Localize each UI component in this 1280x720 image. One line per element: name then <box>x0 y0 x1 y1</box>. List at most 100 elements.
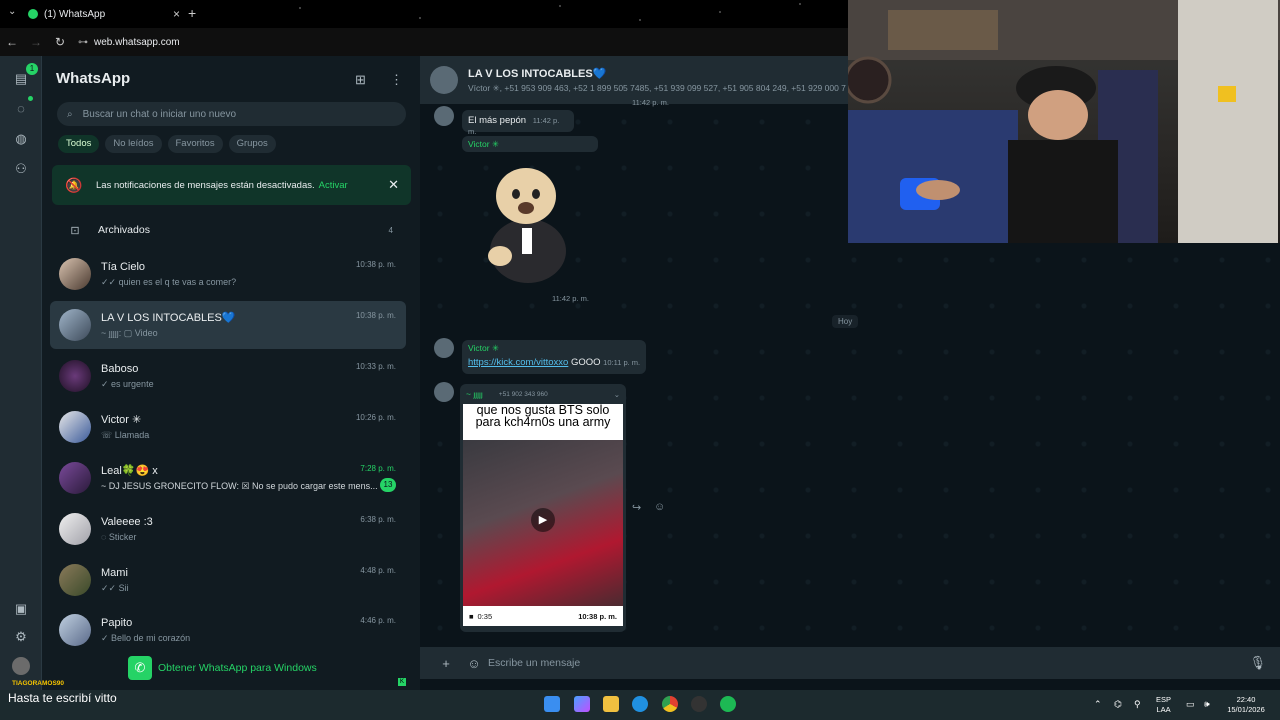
status-dot <box>28 96 33 101</box>
archived-row[interactable]: ⊡ Archivados 4 <box>52 218 411 242</box>
chat-preview: ✓ Bello de mi corazón <box>101 632 191 643</box>
sender-avatar <box>434 382 454 402</box>
obs-icon[interactable] <box>691 696 707 712</box>
location-icon[interactable]: ⚲ <box>1134 699 1141 709</box>
back-icon[interactable]: ← <box>0 35 24 49</box>
search-input[interactable]: ⌕ Buscar un chat o iniciar uno nuevo <box>57 102 406 126</box>
message-text: GOOO <box>570 357 601 368</box>
communities-icon[interactable]: ⚇ <box>12 160 30 178</box>
chat-time: 7:28 p. m. <box>360 464 396 473</box>
microphone-icon[interactable]: 🎙 <box>1249 655 1266 671</box>
lang-code: ESP <box>1156 695 1172 704</box>
menu-kebab-icon[interactable]: ⋮ <box>390 72 403 88</box>
chat-row-victor[interactable]: Victor ✳ ☏ Llamada 10:26 p. m. <box>50 403 406 451</box>
message-bubble[interactable]: El más pepón 11:42 p. m. <box>462 110 574 136</box>
forward-icon[interactable]: → <box>24 35 48 49</box>
avatar <box>59 513 91 545</box>
message-bubble[interactable]: Victor ✳ https://kick.com/vittoxxo GOOO … <box>462 340 646 374</box>
spotify-icon[interactable] <box>720 696 736 712</box>
edge-icon[interactable] <box>632 696 648 712</box>
conversation-header[interactable]: LA V LOS INTOCABLES💙 Víctor ✳, +51 953 9… <box>420 56 848 104</box>
network-icon[interactable]: ⌬ <box>1114 699 1122 709</box>
play-icon[interactable]: ▶ <box>531 508 555 532</box>
chat-time: 10:26 p. m. <box>355 413 396 422</box>
get-app-link[interactable]: ✆ Obtener WhatsApp para Windows <box>128 656 317 680</box>
archived-count: 4 <box>388 225 393 235</box>
chat-preview: ✓✓ quien es el q te vas a comer? <box>101 276 237 287</box>
new-chat-icon[interactable]: ⊞ <box>355 72 366 88</box>
streamer-name: TIAGORAMOS90 <box>12 680 65 687</box>
start-windows-icon[interactable] <box>544 696 560 712</box>
volume-icon[interactable]: 🕪 <box>1204 699 1210 709</box>
media-icon[interactable]: ▣ <box>12 600 30 618</box>
message-composer: + ☺ Escribe un mensaje 🎙 <box>420 647 1280 679</box>
day-separator: Hoy <box>832 315 859 328</box>
language-indicator[interactable]: ESP LAA <box>1156 695 1171 715</box>
filter-grupos[interactable]: Grupos <box>228 135 276 153</box>
channels-icon[interactable]: ◍ <box>12 130 30 148</box>
forward-icon[interactable]: ↪ <box>632 501 641 514</box>
status-icon[interactable]: ◌ <box>12 100 30 118</box>
group-avatar <box>430 66 458 94</box>
chat-row-baboso[interactable]: Baboso ✓ es urgente 10:33 p. m. <box>50 352 406 400</box>
profile-avatar[interactable] <box>12 657 30 675</box>
chrome-icon[interactable] <box>662 696 678 712</box>
filter-todos[interactable]: Todos <box>58 135 100 153</box>
avatar <box>59 564 91 596</box>
attach-plus-icon[interactable]: + <box>432 656 460 671</box>
filter-no-leidos[interactable]: No leídos <box>105 135 162 153</box>
bell-off-icon: 🔕 <box>65 176 83 193</box>
nav-rail: ▤ ◌ ◍ ⚇ ▣ ⚙ <box>0 56 42 690</box>
group-members: Víctor ✳, +51 953 909 463, +52 1 899 505… <box>468 82 846 93</box>
message-text: El más pepón <box>468 115 527 126</box>
address-field[interactable]: ⊶ web.whatsapp.com <box>78 37 180 48</box>
browser-tab-whatsapp[interactable]: (1) WhatsApp × <box>28 4 180 24</box>
chat-row-mami[interactable]: Mami ✓✓ Sii 4:48 p. m. <box>50 556 406 604</box>
dog-sticker[interactable] <box>478 156 578 284</box>
react-emoji-icon[interactable]: ☺ <box>654 501 665 513</box>
copilot-icon[interactable] <box>574 696 590 712</box>
search-placeholder: Buscar un chat o iniciar uno nuevo <box>82 108 237 120</box>
chat-preview: ✓ es urgente <box>101 378 154 389</box>
avatar <box>59 309 91 341</box>
message-menu-chevron-icon[interactable]: ⌄ <box>614 390 620 399</box>
video-thumbnail[interactable]: que nos gusta BTS solo para kch4rn0s una… <box>463 404 623 626</box>
avatar <box>59 614 91 646</box>
chat-row-tia-cielo[interactable]: Tía Cielo ✓✓ quien es el q te vas a comer… <box>50 250 406 298</box>
chat-row-leal[interactable]: Leal🍀😍 x ~ DJ JESUS GRONECITO FLOW: ☒ No … <box>50 454 406 502</box>
reload-icon[interactable]: ↻ <box>48 35 72 49</box>
chat-preview: ~ ȷȷȷȷȷ: ▢ Video <box>101 328 158 338</box>
tray-chevron-icon[interactable]: ⌃ <box>1094 699 1102 709</box>
filter-favoritos[interactable]: Favoritos <box>167 135 223 153</box>
chat-row-valeeee[interactable]: Valeeee :3 ◌ Sticker 6:38 p. m. <box>50 505 406 553</box>
chat-row-la-v-los-intocables[interactable]: LA V LOS INTOCABLES💙 ~ ȷȷȷȷȷ: ▢ Video 10:… <box>50 301 406 349</box>
video-duration: 0:35 <box>477 611 493 621</box>
tab-search-icon[interactable]: ⌄ <box>8 6 16 17</box>
settings-gear-icon[interactable]: ⚙ <box>12 628 30 646</box>
activate-link[interactable]: Activar <box>319 180 348 191</box>
clock[interactable]: 22:40 15/01/2026 <box>1220 695 1272 715</box>
chat-preview: ☏ Llamada <box>101 430 150 440</box>
file-explorer-icon[interactable] <box>603 696 619 712</box>
search-icon: ⌕ <box>67 108 73 120</box>
sender-name: Victor ✳ <box>468 139 500 149</box>
clock-date: 15/01/2026 <box>1227 705 1265 714</box>
app-title: WhatsApp <box>56 70 131 87</box>
message-input[interactable]: Escribe un mensaje <box>488 657 580 669</box>
site-info-icon[interactable]: ⊶ <box>78 37 88 48</box>
close-banner-icon[interactable]: ✕ <box>388 177 399 193</box>
chat-time: 4:48 p. m. <box>360 566 396 575</box>
display-icon[interactable]: ▭ <box>1186 699 1195 709</box>
close-tab-icon[interactable]: × <box>173 7 180 21</box>
emoji-icon[interactable]: ☺ <box>460 656 488 671</box>
kick-link[interactable]: https://kick.com/vittoxxo <box>468 357 568 368</box>
kick-logo-icon: K <box>398 678 406 686</box>
lang-region: LAA <box>1156 705 1171 714</box>
chat-row-papito[interactable]: Papito ✓ Bello de mi corazón 4:46 p. m. <box>50 606 406 654</box>
video-message-bubble[interactable]: ~ ȷȷȷȷȷ +51 902 343 960 ⌄ que nos gusta … <box>460 384 626 632</box>
message-time: 10:38 p. m. <box>578 611 617 621</box>
get-app-label: Obtener WhatsApp para Windows <box>158 662 317 674</box>
new-tab-button[interactable]: + <box>188 5 196 21</box>
chat-time: 4:46 p. m. <box>360 616 396 625</box>
whatsapp-logo-icon: ✆ <box>128 656 152 680</box>
